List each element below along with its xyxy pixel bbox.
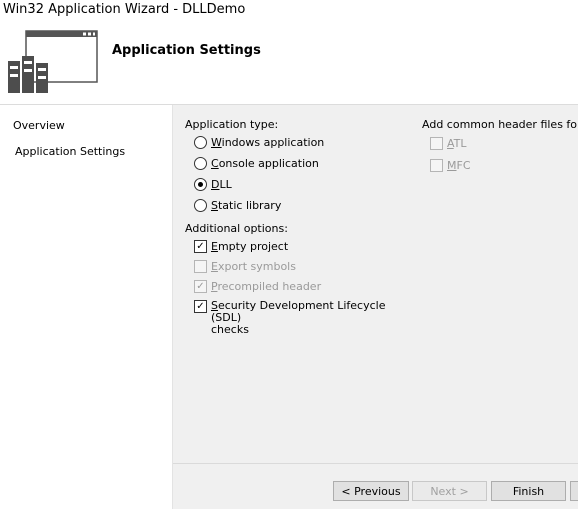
page-heading: Application Settings	[112, 43, 261, 58]
dll-label: DLL	[211, 178, 232, 191]
cancel-button-partial[interactable]	[570, 481, 578, 501]
radio-indicator[interactable]	[194, 136, 207, 149]
checkbox-indicator[interactable]	[194, 260, 207, 273]
windows-application-radio[interactable]: Windows application	[194, 136, 324, 149]
mfc-label: MFC	[447, 159, 471, 172]
nav-item-application-settings[interactable]: Application Settings	[15, 145, 125, 158]
wizard-app-icon	[8, 30, 98, 93]
window-title: Win32 Application Wizard - DLLDemo	[3, 2, 246, 17]
atl-label: ATL	[447, 137, 467, 150]
radio-indicator[interactable]	[194, 157, 207, 170]
empty-project-label: Empty project	[211, 240, 289, 253]
dll-radio[interactable]: DLL	[194, 178, 232, 191]
static-library-label: Static library	[211, 199, 282, 212]
wizard-nav: Overview Application Settings	[0, 105, 172, 509]
radio-indicator[interactable]	[194, 178, 207, 191]
export-symbols-label: Export symbols	[211, 260, 296, 273]
checkbox-indicator[interactable]	[430, 137, 443, 150]
next-button[interactable]: Next >	[412, 481, 487, 501]
checkbox-indicator[interactable]: ✓	[194, 280, 207, 293]
common-header-files-label: Add common header files for:	[422, 118, 578, 131]
application-type-label: Application type:	[185, 118, 279, 131]
checkbox-indicator[interactable]: ✓	[194, 300, 207, 313]
wizard-header: Application Settings	[0, 22, 578, 104]
static-library-radio[interactable]: Static library	[194, 199, 281, 212]
additional-options-label: Additional options:	[185, 222, 288, 235]
windows-application-label: Windows application	[211, 136, 325, 149]
title-bar: Win32 Application Wizard - DLLDemo	[0, 0, 578, 22]
precompiled-header-checkbox[interactable]: ✓ Precompiled header	[194, 280, 321, 293]
checkbox-indicator[interactable]: ✓	[194, 240, 207, 253]
sdl-checks-label-line2: checks	[211, 323, 249, 336]
console-application-radio[interactable]: Console application	[194, 157, 319, 170]
atl-checkbox[interactable]: ATL	[430, 137, 467, 150]
empty-project-checkbox[interactable]: ✓ Empty project	[194, 240, 288, 253]
precompiled-header-label: Precompiled header	[211, 280, 322, 293]
nav-item-overview[interactable]: Overview	[13, 119, 65, 132]
checkbox-indicator[interactable]	[430, 159, 443, 172]
console-application-label: Console application	[211, 157, 319, 170]
previous-button[interactable]: < Previous	[333, 481, 409, 501]
sdl-checks-label: Security Development Lifecycle (SDL) chec…	[211, 299, 386, 336]
sdl-checks-checkbox[interactable]: ✓ Security Development Lifecycle (SDL) ch…	[194, 300, 411, 336]
finish-button[interactable]: Finish	[491, 481, 566, 501]
export-symbols-checkbox[interactable]: Export symbols	[194, 260, 296, 273]
radio-indicator[interactable]	[194, 199, 207, 212]
mfc-checkbox[interactable]: MFC	[430, 159, 471, 172]
